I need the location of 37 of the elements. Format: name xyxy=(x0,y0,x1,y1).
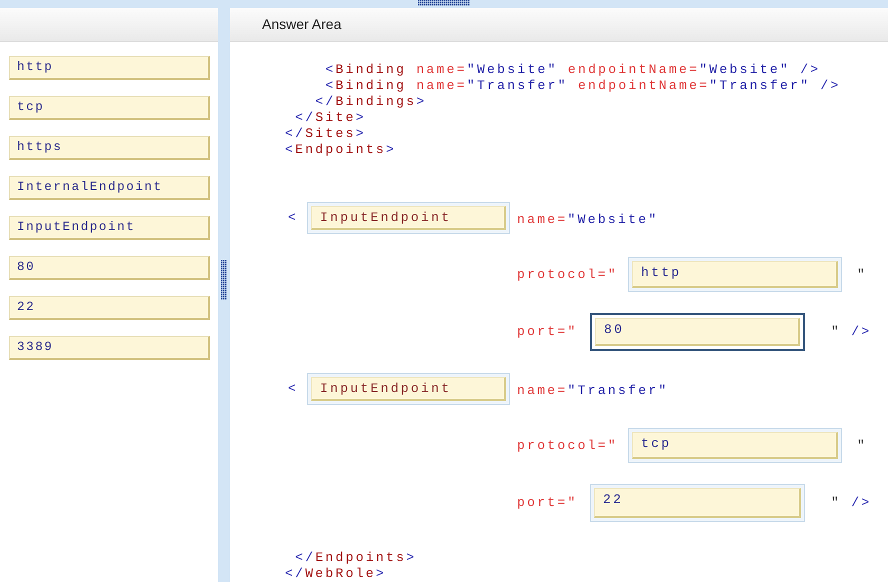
code-line: </WebRole> xyxy=(285,566,386,581)
code-line: <Endpoints> xyxy=(285,142,396,157)
answer-choice[interactable]: 22 xyxy=(9,296,210,320)
answer-choice[interactable]: InternalEndpoint xyxy=(9,176,210,200)
code-line: <Binding name="Website" endpointName="Website" /> xyxy=(324,62,820,77)
drop-target[interactable]: 80 xyxy=(590,312,805,350)
tag-close: " /> xyxy=(831,322,872,341)
protocol-attribute: protocol=" xyxy=(517,436,620,455)
closing-quote: " xyxy=(857,436,868,455)
code-line: </Sites> xyxy=(285,126,366,141)
code-line: </Site> xyxy=(294,110,366,125)
open-bracket: < xyxy=(288,380,300,398)
drop-target[interactable]: InputEndpoint xyxy=(307,202,510,234)
drop-target[interactable]: tcp xyxy=(628,428,842,463)
open-bracket: < xyxy=(288,208,300,227)
grip-icon[interactable] xyxy=(418,0,470,6)
code-line: </Endpoints> xyxy=(294,550,416,565)
closing-quote: " xyxy=(857,266,868,284)
drop-target[interactable]: http xyxy=(628,257,842,292)
name-attribute: name="Website" xyxy=(517,210,658,229)
answer-area-title: Answer Area xyxy=(262,15,342,34)
tag-close: " /> xyxy=(831,494,872,512)
drop-target[interactable]: InputEndpoint xyxy=(307,372,510,404)
answer-choice[interactable]: 3389 xyxy=(9,336,210,360)
port-attribute: port=" xyxy=(517,494,579,512)
answer-choice[interactable]: InputEndpoint xyxy=(9,216,210,240)
answer-choice[interactable]: tcp xyxy=(9,96,210,120)
name-attribute: name="Transfer" xyxy=(517,382,669,400)
answer-choice[interactable]: https xyxy=(9,136,210,160)
code-line: </Bindings> xyxy=(314,94,426,109)
port-attribute: port=" xyxy=(517,322,579,341)
answer-choice[interactable]: http xyxy=(9,56,210,80)
drop-target[interactable]: 22 xyxy=(590,484,805,522)
code-line: <Binding name="Transfer" endpointName="Transfer" /> xyxy=(324,78,841,93)
answer-choice[interactable]: 80 xyxy=(9,256,210,280)
protocol-attribute: protocol=" xyxy=(517,266,620,284)
grip-icon[interactable] xyxy=(221,260,227,300)
